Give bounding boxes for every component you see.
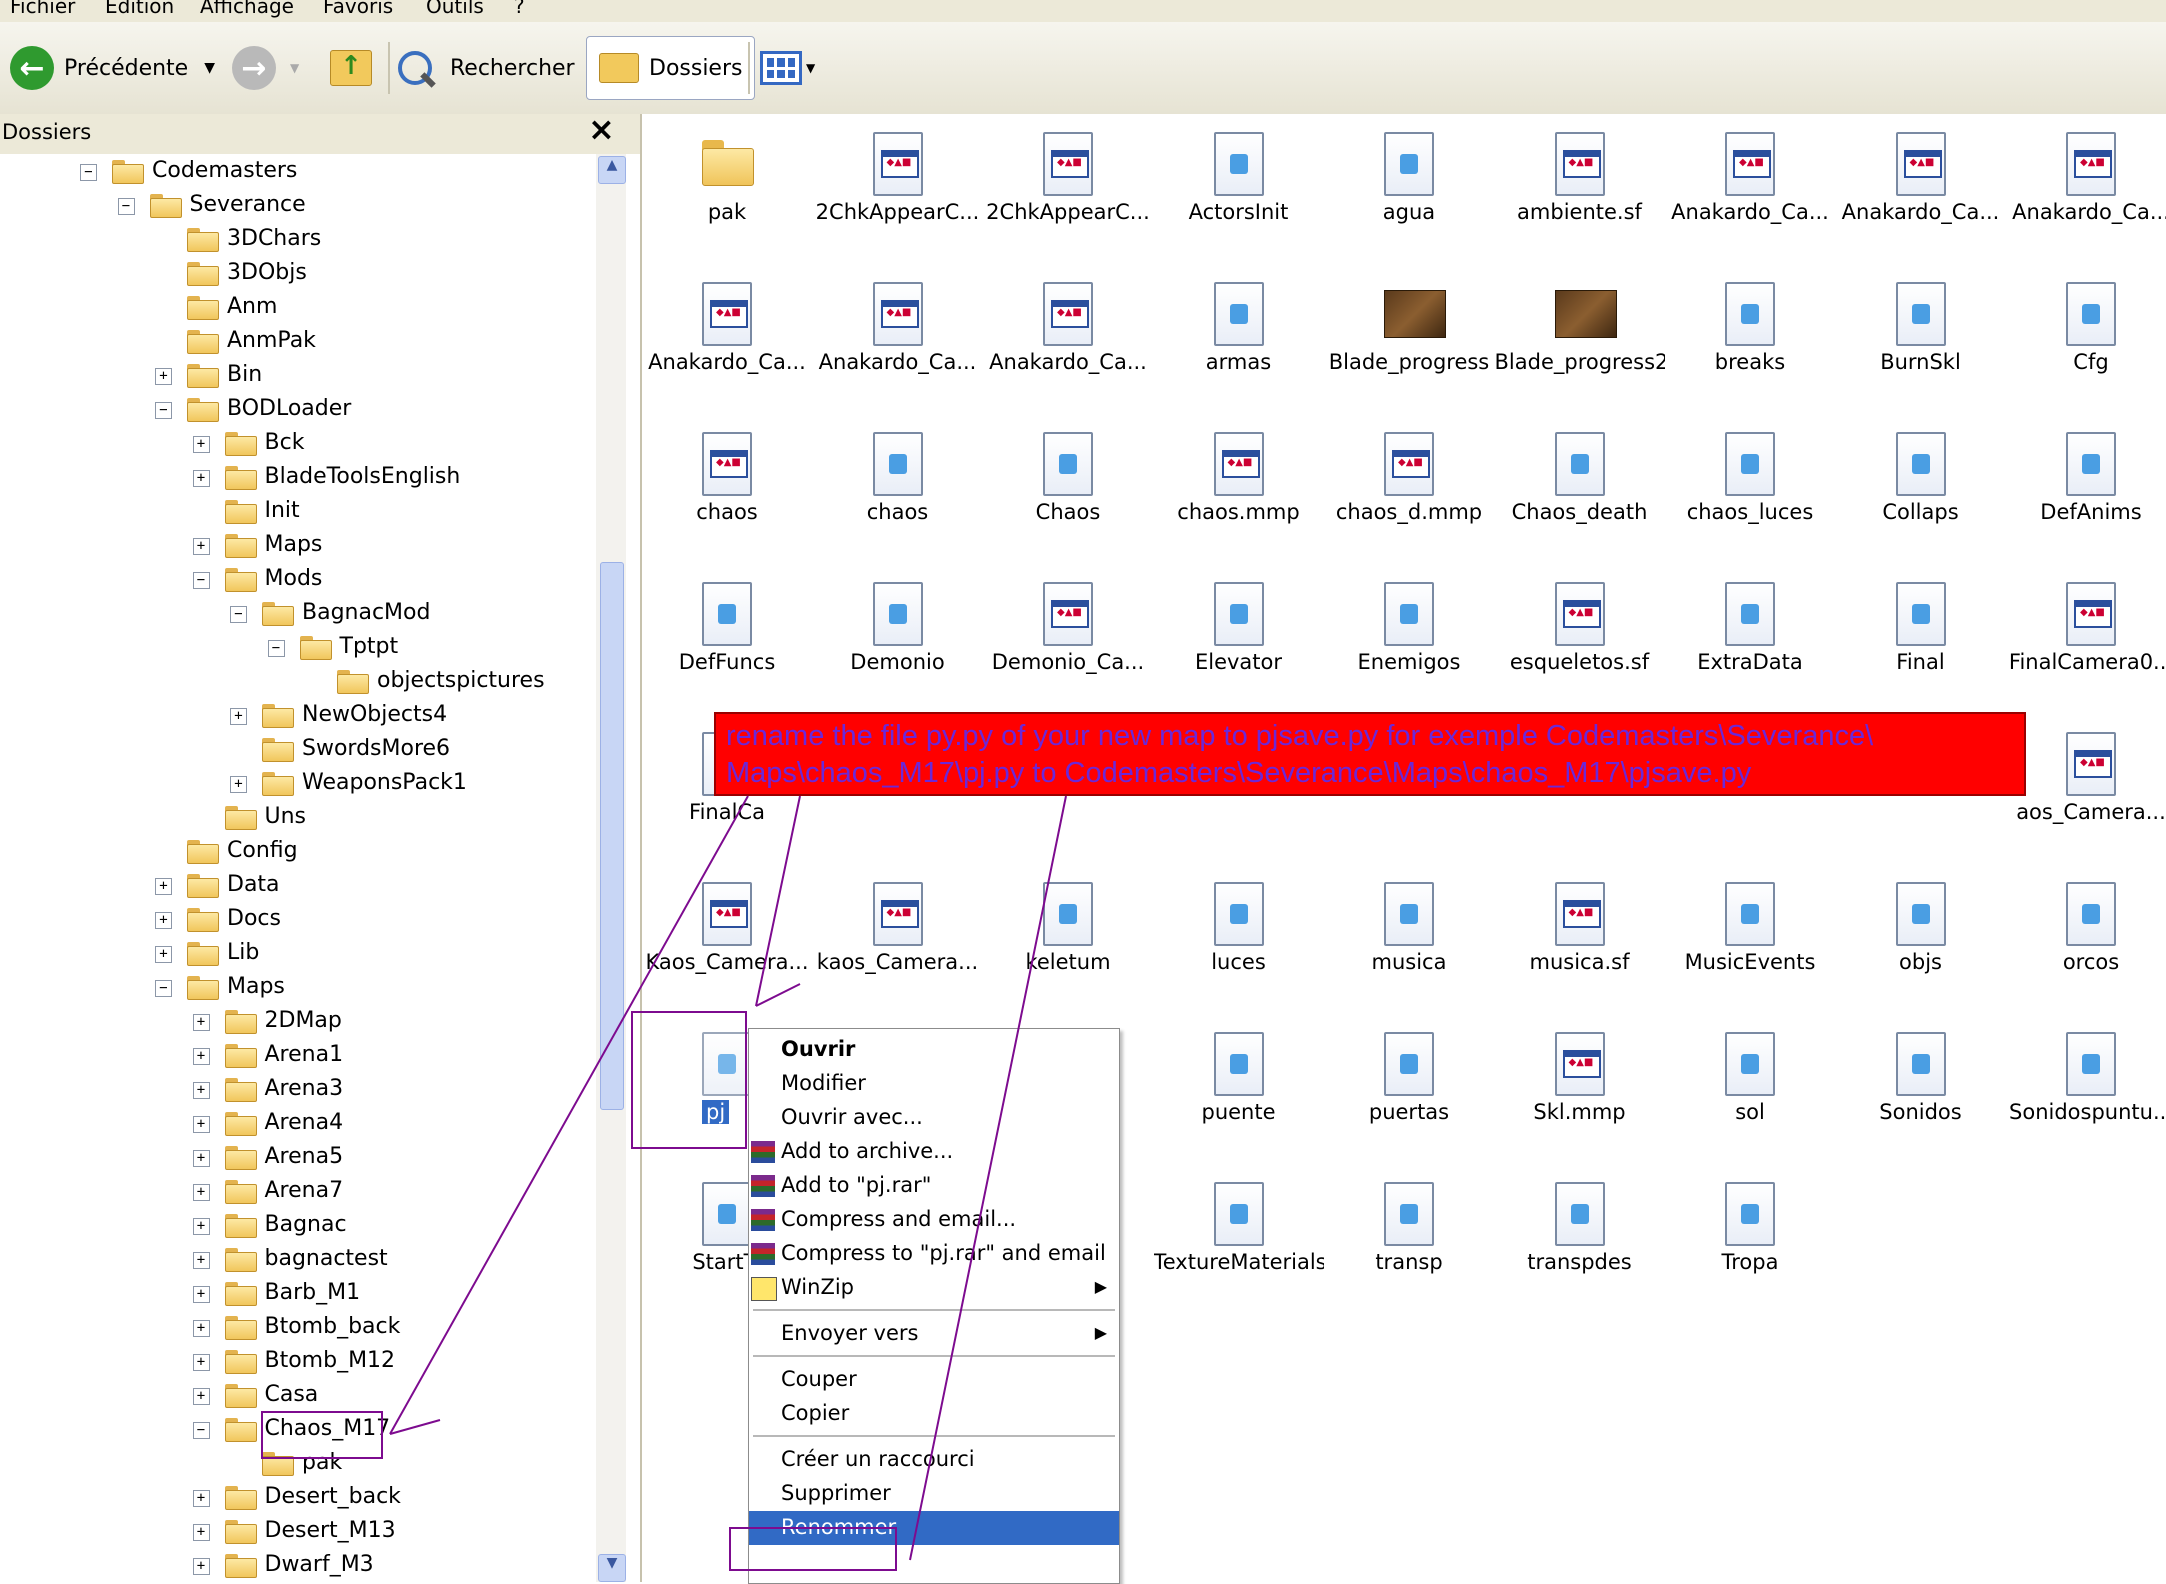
- annotation-box-folder: [261, 1411, 383, 1459]
- annotation-line: [389, 795, 749, 1435]
- annotation-box-rename: [729, 1527, 897, 1571]
- annotation-lines: [261, 795, 1067, 1571]
- annotation-line: [755, 983, 801, 1007]
- annotation-line: [755, 795, 801, 1007]
- annotation-box-pj: [631, 1011, 747, 1149]
- annotation-line: [909, 795, 1067, 1561]
